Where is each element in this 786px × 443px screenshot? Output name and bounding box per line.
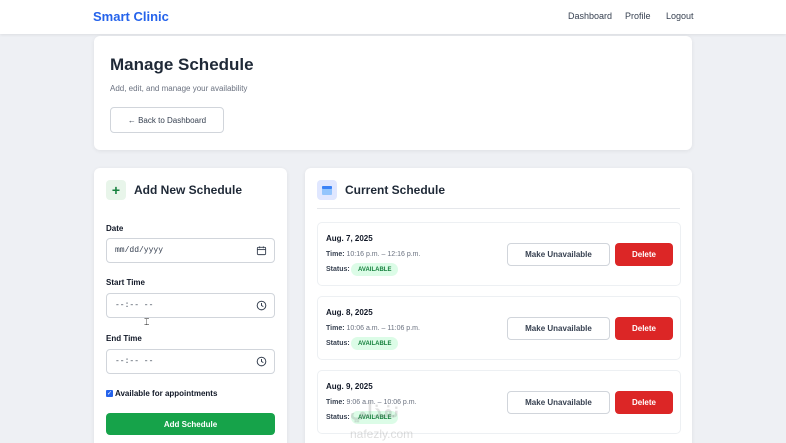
status-label: Status: xyxy=(326,340,350,347)
status-label: Status: xyxy=(326,266,350,273)
top-navbar: Smart Clinic Dashboard Profile Logout xyxy=(0,0,786,34)
time-label: Time: xyxy=(326,251,345,258)
current-schedule-title: Current Schedule xyxy=(345,183,446,197)
delete-button[interactable]: Delete xyxy=(615,317,673,340)
plus-icon: + xyxy=(106,180,126,200)
make-unavailable-button[interactable]: Make Unavailable xyxy=(507,243,610,266)
schedule-item: Aug. 7, 2025 Time: 10:16 p.m. – 12:16 p.… xyxy=(317,222,681,286)
start-time-label: Start Time xyxy=(106,278,145,287)
nav-link-dashboard[interactable]: Dashboard xyxy=(568,11,612,21)
time-value: 10:06 a.m. – 11:06 p.m. xyxy=(346,325,420,332)
start-time-placeholder: --:-- -- xyxy=(115,301,154,310)
divider xyxy=(317,208,680,209)
schedule-date: Aug. 7, 2025 xyxy=(326,234,373,243)
mouse-cursor-icon: ⌶ xyxy=(144,317,150,327)
page-title: Manage Schedule xyxy=(110,55,254,74)
make-unavailable-button[interactable]: Make Unavailable xyxy=(507,317,610,340)
end-time-input[interactable]: --:-- -- xyxy=(106,349,275,374)
date-input[interactable]: mm/dd/yyyy xyxy=(106,238,275,263)
status-badge: AVAILABLE xyxy=(351,263,399,276)
clock-icon[interactable] xyxy=(256,356,267,367)
add-schedule-title: Add New Schedule xyxy=(134,183,243,197)
brand-logo[interactable]: Smart Clinic xyxy=(93,9,169,24)
start-time-input[interactable]: --:-- -- xyxy=(106,293,275,318)
add-schedule-button[interactable]: Add Schedule xyxy=(106,413,275,435)
back-to-dashboard-button[interactable]: ← Back to Dashboard xyxy=(110,107,224,133)
add-schedule-card: + Add New Schedule Date mm/dd/yyyy Start… xyxy=(94,168,287,443)
schedule-item: Aug. 8, 2025 Time: 10:06 a.m. – 11:06 p.… xyxy=(317,296,681,360)
time-label: Time: xyxy=(326,399,345,406)
calendar-icon[interactable] xyxy=(256,245,267,256)
delete-button[interactable]: Delete xyxy=(615,391,673,414)
status-badge: AVAILABLE xyxy=(351,337,399,350)
calendar-icon xyxy=(317,180,337,200)
end-time-placeholder: --:-- -- xyxy=(115,357,154,366)
end-time-label: End Time xyxy=(106,334,142,343)
schedule-date: Aug. 9, 2025 xyxy=(326,382,373,391)
page-header-card: Manage Schedule Add, edit, and manage yo… xyxy=(94,36,692,150)
nav-link-logout[interactable]: Logout xyxy=(666,11,694,21)
time-value: 10:16 p.m. – 12:16 p.m. xyxy=(346,251,421,258)
schedule-time: Time: 10:06 a.m. – 11:06 p.m. xyxy=(326,325,420,332)
available-checkbox[interactable]: ✓ xyxy=(106,390,113,397)
date-placeholder: mm/dd/yyyy xyxy=(115,246,164,255)
schedule-time: Time: 10:16 p.m. – 12:16 p.m. xyxy=(326,251,420,258)
watermark-logo: نفذلي xyxy=(350,400,399,422)
status-label: Status: xyxy=(326,414,350,421)
watermark-url: nafezly.com xyxy=(350,427,414,441)
available-checkbox-label[interactable]: Available for appointments xyxy=(115,389,217,398)
clock-icon[interactable] xyxy=(256,300,267,311)
delete-button[interactable]: Delete xyxy=(615,243,673,266)
page-subtitle: Add, edit, and manage your availability xyxy=(110,84,248,93)
date-label: Date xyxy=(106,224,124,233)
time-label: Time: xyxy=(326,325,345,332)
nav-link-profile[interactable]: Profile xyxy=(625,11,651,21)
make-unavailable-button[interactable]: Make Unavailable xyxy=(507,391,610,414)
schedule-date: Aug. 8, 2025 xyxy=(326,308,373,317)
